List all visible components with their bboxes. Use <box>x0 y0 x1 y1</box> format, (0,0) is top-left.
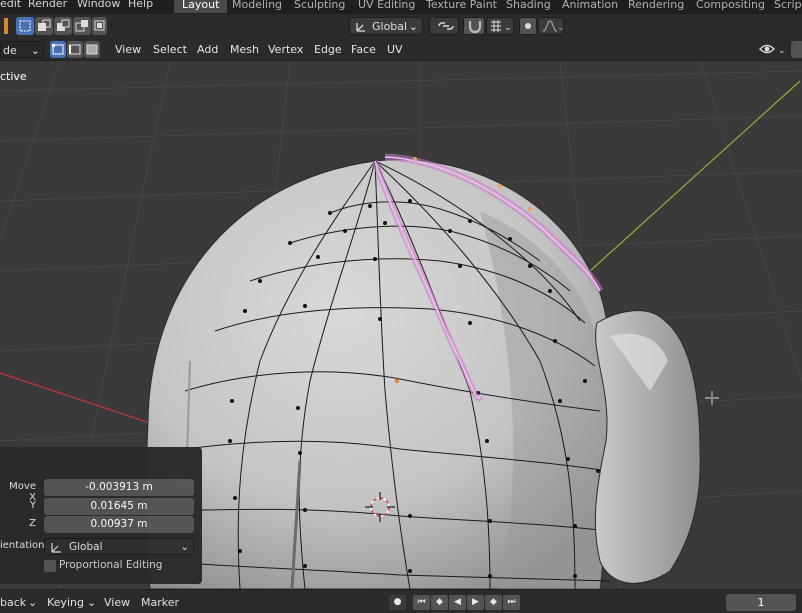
mode-label: de <box>3 44 17 57</box>
active-tool-indicator <box>4 18 8 34</box>
top-menu-bar: edit Render Window Help Layout Modeling … <box>0 0 802 14</box>
menu-vertex[interactable]: Vertex <box>263 41 308 58</box>
select-subtract-icon[interactable] <box>54 17 72 35</box>
menu-edge[interactable]: Edge <box>309 41 347 58</box>
tab-modeling[interactable]: Modeling <box>224 0 290 13</box>
tab-sculpting[interactable]: Sculpting <box>286 0 353 13</box>
move-y-label: Y <box>29 500 36 511</box>
timeline-menu-view[interactable]: View <box>104 595 130 610</box>
snap-toggle[interactable] <box>463 17 485 35</box>
orientation-label: Global <box>372 20 408 33</box>
visibility-dropdown[interactable]: ⌄ <box>758 41 788 58</box>
play-icon[interactable]: ▶ <box>467 595 484 610</box>
tab-animation[interactable]: Animation <box>554 0 626 13</box>
menu-add[interactable]: Add <box>192 41 223 58</box>
proportional-circle-icon <box>525 23 531 29</box>
svg-text:⌄: ⌄ <box>557 23 563 33</box>
y-axis-line <box>589 80 801 272</box>
move-z-label: Z <box>29 518 36 529</box>
tab-uv-editing[interactable]: UV Editing <box>350 0 423 13</box>
menu-render[interactable]: Render <box>28 0 67 11</box>
vertex-select-mode-button[interactable] <box>50 41 66 58</box>
transform-orientation-dropdown[interactable]: Global ⌄ <box>349 17 423 35</box>
playback-dropdown[interactable]: back <box>0 595 26 610</box>
timeline-menu-marker[interactable]: Marker <box>141 595 179 610</box>
menu-help[interactable]: Help <box>128 0 153 11</box>
orientation-axes-icon <box>51 543 61 553</box>
menu-mesh[interactable]: Mesh <box>225 41 264 58</box>
jump-to-start-icon[interactable]: ⏮ <box>413 595 430 610</box>
magnet-icon <box>468 21 482 34</box>
tab-texture-paint[interactable]: Texture Paint <box>418 0 505 13</box>
mouse-crosshair-icon <box>705 391 719 405</box>
auto-keying-button[interactable]: ● <box>389 595 406 610</box>
orientation-axes-icon <box>356 23 365 32</box>
jump-to-next-keyframe-icon[interactable]: ◆ <box>485 595 502 610</box>
falloff-curve-icon: ⌄ <box>542 20 565 33</box>
select-new-icon[interactable] <box>16 17 34 35</box>
chevron-down-icon: ⌄ <box>28 596 38 609</box>
chevron-down-icon: ⌄ <box>408 20 418 33</box>
svg-text:⌄: ⌄ <box>504 23 512 33</box>
viewport-info-text: ctive <box>0 70 27 83</box>
orientation-dropdown[interactable]: Global ⌄ <box>44 538 194 555</box>
tab-compositing[interactable]: Compositing <box>688 0 773 13</box>
play-reverse-icon[interactable]: ◀ <box>449 595 466 610</box>
chevron-down-icon: ⌄ <box>30 44 40 57</box>
menu-select[interactable]: Select <box>148 41 192 58</box>
keying-dropdown[interactable]: Keying <box>47 595 84 610</box>
menu-face[interactable]: Face <box>346 41 381 58</box>
timeline-header: back ⌄ Keying ⌄ View Marker ● ⏮ ◆ ◀ ▶ ◆ … <box>0 589 802 613</box>
orientation-value: Global <box>69 541 103 553</box>
move-z-field[interactable]: 0.00937 m <box>44 516 194 533</box>
select-intersect-icon[interactable] <box>92 17 107 35</box>
tab-layout[interactable]: Layout <box>174 0 228 13</box>
tool-settings-bar: Global ⌄ ⌄ ⌄ <box>0 14 802 38</box>
chevron-down-icon: ⌄ <box>87 596 97 609</box>
svg-text:⌄: ⌄ <box>778 46 786 56</box>
proportional-editing-checkbox[interactable] <box>44 560 56 572</box>
menu-uv[interactable]: UV <box>382 41 408 58</box>
snap-target-dropdown[interactable]: ⌄ <box>486 17 514 35</box>
snap-grid-icon: ⌄ <box>491 20 512 33</box>
overlay-toggle[interactable] <box>791 41 802 58</box>
menu-edit[interactable]: edit <box>0 0 21 11</box>
3d-viewport[interactable]: ctive Move X -0.003913 m Y 0.01645 m Z 0… <box>0 61 802 589</box>
tab-scripting[interactable]: Script <box>766 0 802 13</box>
move-y-field[interactable]: 0.01645 m <box>44 498 194 515</box>
active-vertex <box>394 378 400 384</box>
move-x-field[interactable]: -0.003913 m <box>44 479 194 496</box>
tab-rendering[interactable]: Rendering <box>620 0 692 13</box>
menu-window[interactable]: Window <box>77 0 120 11</box>
x-axis-line <box>0 372 151 424</box>
eye-icon: ⌄ <box>759 44 786 56</box>
face-select-mode-button[interactable] <box>84 41 100 58</box>
select-extend-icon[interactable] <box>35 17 53 35</box>
viewport-header: de ⌄ View Select Add Mesh Vertex Edge Fa… <box>0 38 802 61</box>
mode-dropdown[interactable]: de ⌄ <box>0 41 44 58</box>
current-frame-field[interactable]: 1 <box>726 594 796 611</box>
chevron-down-icon: ⌄ <box>180 541 189 553</box>
proportional-edit-toggle[interactable] <box>519 17 537 35</box>
falloff-dropdown[interactable]: ⌄ <box>538 17 565 35</box>
pivot-point-dropdown[interactable] <box>429 17 459 35</box>
orientation-label: ientation <box>0 540 45 551</box>
edge-select-mode-button[interactable] <box>67 41 83 58</box>
select-invert-icon[interactable] <box>73 17 91 35</box>
tab-shading[interactable]: Shading <box>498 0 559 13</box>
proportional-editing-label: Proportional Editing <box>59 559 163 571</box>
jump-to-prev-keyframe-icon[interactable]: ◆ <box>431 595 448 610</box>
jump-to-end-icon[interactable]: ⏭ <box>503 595 520 610</box>
operator-redo-panel: Move X -0.003913 m Y 0.01645 m Z 0.00937… <box>0 447 202 584</box>
menu-view[interactable]: View <box>110 41 146 58</box>
link-icon <box>438 22 454 30</box>
